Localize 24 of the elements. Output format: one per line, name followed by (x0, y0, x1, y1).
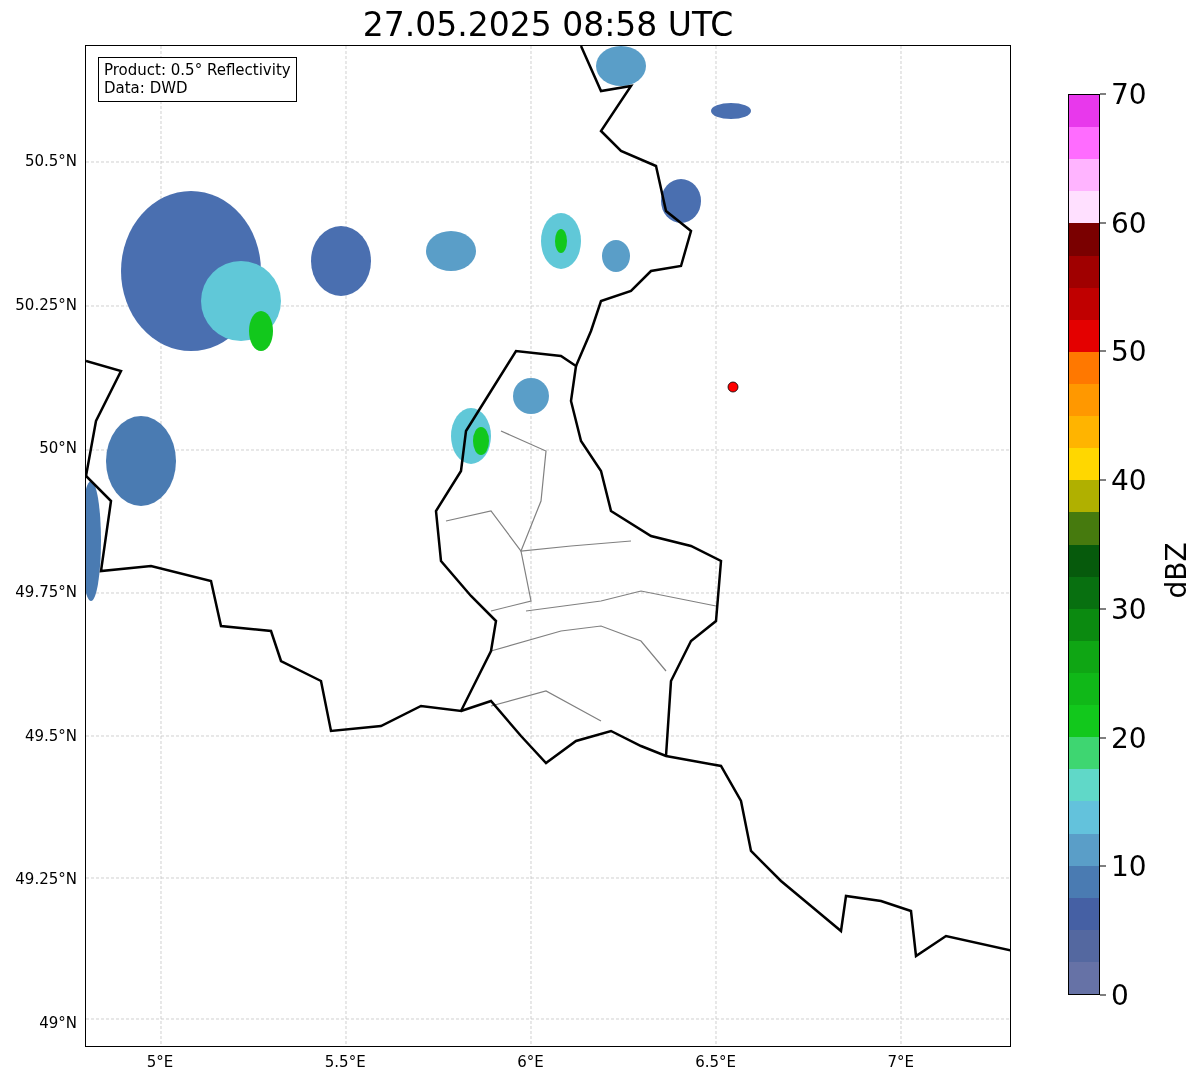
colorbar-tick-label: 20 (1100, 721, 1147, 755)
latitude-label: 49.75°N (15, 583, 77, 601)
colorbar-tick-label: 70 (1100, 77, 1147, 111)
colorbar-tick-label: 50 (1100, 334, 1147, 368)
longitude-label: 7°E (887, 1053, 915, 1071)
latitude-label: 50.5°N (24, 152, 77, 171)
colorbar-tick-label: 40 (1100, 463, 1147, 497)
chart-title: 27.05.2025 08:58 UTC (361, 6, 735, 44)
latitude-label: 49.25°N (15, 870, 77, 889)
latitude-label: 50.25°N (15, 295, 77, 314)
colorbar-label: dBZ (1159, 542, 1193, 599)
longitude-label: 6.5°E (695, 1053, 736, 1071)
longitude-label: 5°E (146, 1053, 174, 1071)
legend-text: Data: DWD (104, 79, 189, 97)
colorbar-tick-label: 60 (1100, 206, 1147, 240)
latitude-label: 49°N (39, 1013, 77, 1032)
latitude-label: 50°N (39, 439, 77, 458)
colorbar-tick-label: 10 (1100, 849, 1147, 883)
colorbar-tick-label: 0 (1100, 978, 1129, 1012)
longitude-label: 6°E (517, 1053, 544, 1071)
legend-text: Product: 0.5° Reflectivity (104, 61, 291, 79)
longitude-label: 5.5°E (324, 1053, 366, 1071)
latitude-label: 49.5°N (24, 726, 77, 745)
colorbar-tick-label: 30 (1100, 592, 1147, 626)
